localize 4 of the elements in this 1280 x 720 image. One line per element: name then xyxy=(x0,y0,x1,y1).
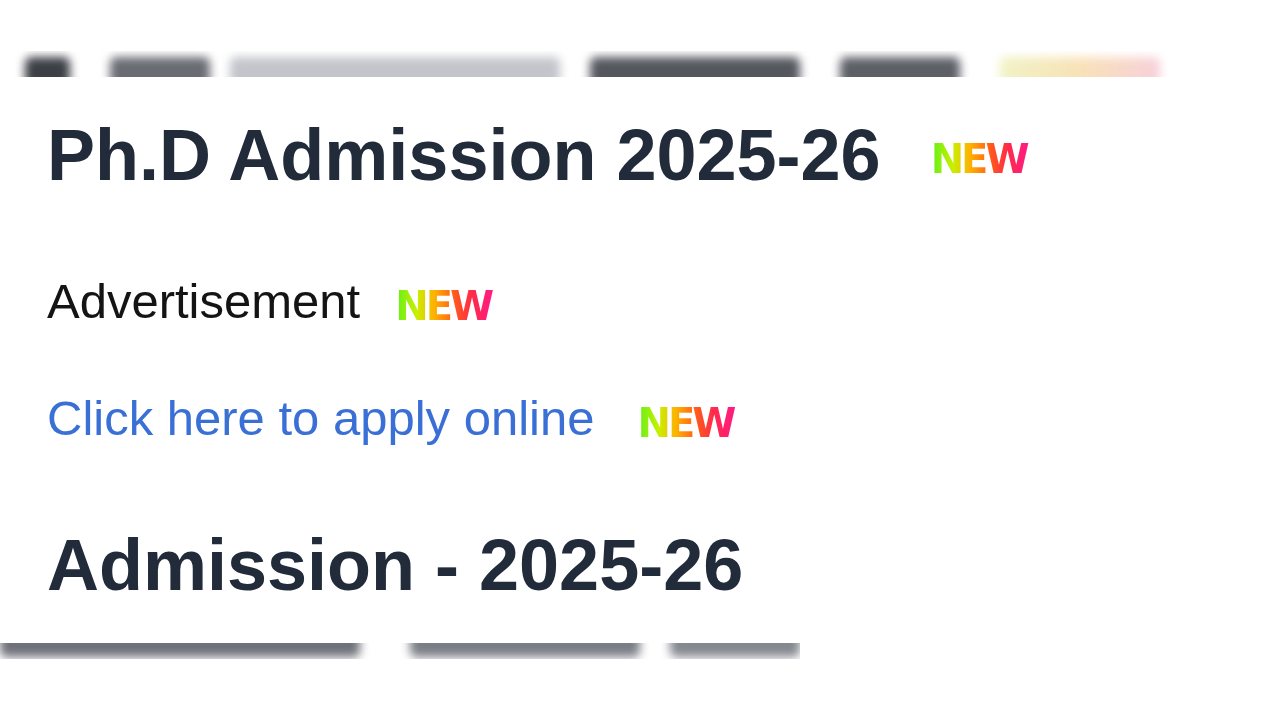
section-title: Admission - 2025-26 xyxy=(47,529,744,601)
page-title: Ph.D Admission 2025-26 xyxy=(47,119,881,191)
apply-link[interactable]: Click here to apply online xyxy=(47,394,595,443)
notice-text: Advertisement xyxy=(47,277,361,326)
